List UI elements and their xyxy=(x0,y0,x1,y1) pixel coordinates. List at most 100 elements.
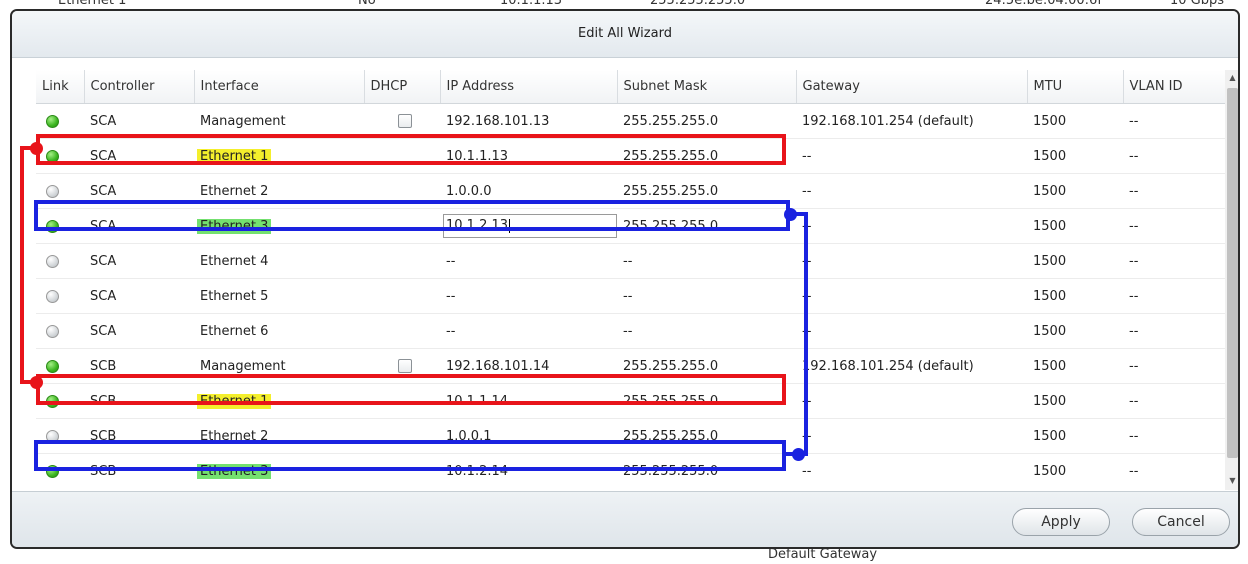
dhcp-checkbox[interactable] xyxy=(398,114,412,128)
column-header-link[interactable]: Link xyxy=(36,70,85,104)
link-cell xyxy=(36,243,84,279)
table-row[interactable]: SCAEthernet 4------1500-- xyxy=(36,243,1225,279)
interface-label: Management xyxy=(200,358,286,374)
controller-cell: SCA xyxy=(84,243,194,279)
column-header-subnet-mask[interactable]: Subnet Mask xyxy=(617,70,797,104)
vlan-id-cell[interactable]: -- xyxy=(1123,348,1225,384)
subnet-mask-cell[interactable]: -- xyxy=(617,243,796,279)
vertical-scrollbar[interactable]: ▲ ▼ xyxy=(1225,70,1238,490)
annotation-blue-box-scb-ethernet3 xyxy=(34,440,786,471)
interface-cell: Ethernet 4 xyxy=(194,243,364,279)
column-header-controller[interactable]: Controller xyxy=(84,70,195,104)
apply-button[interactable]: Apply xyxy=(1012,508,1110,536)
dhcp-cell xyxy=(364,313,440,349)
table-row[interactable]: SCAEthernet 6------1500-- xyxy=(36,313,1225,349)
vlan-id-cell[interactable]: -- xyxy=(1123,383,1225,419)
interface-grid: Link Controller Interface DHCP IP Address Sub… xyxy=(36,70,1225,488)
mtu-cell[interactable]: 1500 xyxy=(1027,138,1123,174)
mtu-cell[interactable]: 1500 xyxy=(1027,208,1123,244)
gateway-cell[interactable]: -- xyxy=(796,243,1027,279)
gateway-cell[interactable]: 192.168.101.254 (default) xyxy=(796,348,1027,384)
annotation-blue-box-sca-ethernet3 xyxy=(34,200,790,231)
vlan-id-cell[interactable]: -- xyxy=(1123,313,1225,349)
column-header-mtu[interactable]: MTU xyxy=(1027,70,1124,104)
background-table-row: Ethernet 1 No 10.1.1.13 255.255.255.0 24… xyxy=(0,0,1248,9)
link-up-status-icon xyxy=(46,359,59,373)
mtu-cell[interactable]: 1500 xyxy=(1027,348,1123,384)
link-down-status-icon xyxy=(46,289,59,303)
interface-cell: Ethernet 5 xyxy=(194,278,364,314)
interface-label: Ethernet 5 xyxy=(200,288,269,304)
mtu-cell[interactable]: 1500 xyxy=(1027,173,1123,209)
dialog-title: Edit All Wizard xyxy=(12,11,1238,58)
vlan-id-cell[interactable]: -- xyxy=(1123,173,1225,209)
mtu-cell[interactable]: 1500 xyxy=(1027,418,1123,454)
annotation-red-box-sca-ethernet1 xyxy=(36,134,786,165)
dialog-footer: Apply Cancel xyxy=(12,491,1238,547)
annotation-blue-node xyxy=(784,208,797,221)
gateway-cell[interactable]: -- xyxy=(796,313,1027,349)
link-up-status-icon xyxy=(46,114,59,128)
gateway-cell[interactable]: -- xyxy=(796,453,1027,488)
mtu-cell[interactable]: 1500 xyxy=(1027,278,1123,314)
background-cell: 255.255.255.0 xyxy=(650,0,746,8)
background-cell: Ethernet 1 xyxy=(58,0,127,8)
background-cell: 10 Gbps xyxy=(1170,0,1225,8)
background-default-gateway-label: Default Gateway xyxy=(768,547,878,562)
subnet-mask-cell[interactable]: -- xyxy=(617,313,796,349)
table-row[interactable]: SCAEthernet 5------1500-- xyxy=(36,278,1225,314)
gateway-cell[interactable]: 192.168.101.254 (default) xyxy=(796,103,1027,139)
subnet-mask-cell[interactable]: -- xyxy=(617,278,796,314)
annotation-red-box-scb-ethernet1 xyxy=(36,374,786,405)
dhcp-cell xyxy=(364,278,440,314)
vlan-id-cell[interactable]: -- xyxy=(1123,243,1225,279)
annotation-red-node xyxy=(30,376,43,389)
annotation-blue-node xyxy=(792,448,805,461)
interface-label: Ethernet 4 xyxy=(200,253,269,269)
column-header-vlan-id[interactable]: VLAN ID xyxy=(1123,70,1225,104)
vlan-id-cell[interactable]: -- xyxy=(1123,208,1225,244)
column-header-gateway[interactable]: Gateway xyxy=(796,70,1028,104)
gateway-cell[interactable]: -- xyxy=(796,173,1027,209)
mtu-cell[interactable]: 1500 xyxy=(1027,313,1123,349)
ip-address-cell[interactable]: -- xyxy=(440,243,617,279)
scrollbar-thumb[interactable] xyxy=(1227,88,1238,458)
link-down-status-icon xyxy=(46,254,59,268)
grid-header: Link Controller Interface DHCP IP Address Sub… xyxy=(36,70,1225,104)
gateway-cell[interactable]: -- xyxy=(796,138,1027,174)
mtu-cell[interactable]: 1500 xyxy=(1027,243,1123,279)
column-header-dhcp[interactable]: DHCP xyxy=(364,70,441,104)
interface-label: Ethernet 2 xyxy=(200,183,269,199)
mtu-cell[interactable]: 1500 xyxy=(1027,103,1123,139)
link-down-status-icon xyxy=(46,324,59,338)
vlan-id-cell[interactable]: -- xyxy=(1123,138,1225,174)
scroll-up-arrow-icon[interactable]: ▲ xyxy=(1225,70,1238,85)
dhcp-checkbox[interactable] xyxy=(398,359,412,373)
cancel-button[interactable]: Cancel xyxy=(1132,508,1230,536)
annotation-red-connector xyxy=(20,148,24,384)
mtu-cell[interactable]: 1500 xyxy=(1027,453,1123,488)
gateway-cell[interactable]: -- xyxy=(796,383,1027,419)
gateway-cell[interactable]: -- xyxy=(796,278,1027,314)
scroll-down-arrow-icon[interactable]: ▼ xyxy=(1225,473,1238,488)
controller-cell: SCA xyxy=(84,313,194,349)
column-header-interface[interactable]: Interface xyxy=(194,70,365,104)
interface-label: Ethernet 6 xyxy=(200,323,269,339)
gateway-cell[interactable]: -- xyxy=(796,418,1027,454)
vlan-id-cell[interactable]: -- xyxy=(1123,278,1225,314)
vlan-id-cell[interactable]: -- xyxy=(1123,453,1225,488)
background-cell: 10.1.1.13 xyxy=(500,0,563,8)
ip-address-cell[interactable]: -- xyxy=(440,278,617,314)
mtu-cell[interactable]: 1500 xyxy=(1027,383,1123,419)
gateway-cell[interactable]: -- xyxy=(796,208,1027,244)
column-header-ip-address[interactable]: IP Address xyxy=(440,70,618,104)
background-cell: 24:5e:be:04:00:6f xyxy=(985,0,1102,8)
annotation-red-node xyxy=(30,142,43,155)
link-down-status-icon xyxy=(46,184,59,198)
ip-address-cell[interactable]: -- xyxy=(440,313,617,349)
background-cell: No xyxy=(358,0,376,8)
vlan-id-cell[interactable]: -- xyxy=(1123,418,1225,454)
vlan-id-cell[interactable]: -- xyxy=(1123,103,1225,139)
annotation-blue-connector xyxy=(804,214,808,454)
controller-cell: SCA xyxy=(84,278,194,314)
